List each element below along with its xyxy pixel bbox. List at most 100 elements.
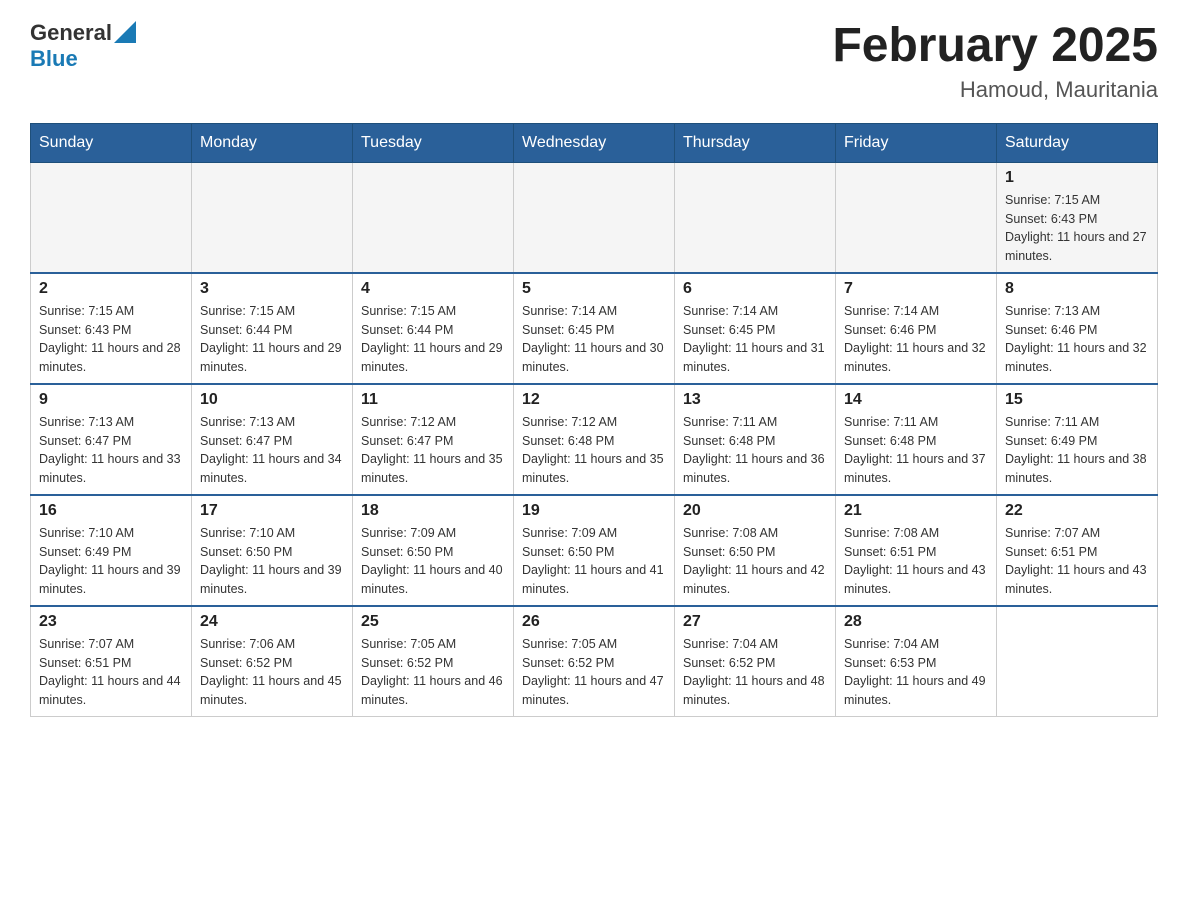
calendar-cell: 12 Sunrise: 7:12 AMSunset: 6:48 PMDayligh… (514, 384, 675, 495)
day-info: Sunrise: 7:06 AMSunset: 6:52 PMDaylight:… (200, 635, 344, 710)
day-number: 12 (522, 391, 666, 409)
day-number: 21 (844, 502, 988, 520)
day-info: Sunrise: 7:15 AMSunset: 6:43 PMDaylight:… (39, 302, 183, 377)
calendar-table: SundayMondayTuesdayWednesdayThursdayFrid… (30, 123, 1158, 717)
day-number: 18 (361, 502, 505, 520)
day-info: Sunrise: 7:13 AMSunset: 6:47 PMDaylight:… (39, 413, 183, 488)
week-row-1: 1 Sunrise: 7:15 AMSunset: 6:43 PMDaylight… (31, 162, 1158, 273)
day-info: Sunrise: 7:15 AMSunset: 6:44 PMDaylight:… (200, 302, 344, 377)
title-area: February 2025 Hamoud, Mauritania (832, 20, 1158, 103)
day-info: Sunrise: 7:07 AMSunset: 6:51 PMDaylight:… (39, 635, 183, 710)
week-row-2: 2 Sunrise: 7:15 AMSunset: 6:43 PMDaylight… (31, 273, 1158, 384)
weekday-header-wednesday: Wednesday (514, 123, 675, 162)
calendar-cell: 28 Sunrise: 7:04 AMSunset: 6:53 PMDayligh… (836, 606, 997, 717)
weekday-header-thursday: Thursday (675, 123, 836, 162)
day-info: Sunrise: 7:10 AMSunset: 6:50 PMDaylight:… (200, 524, 344, 599)
page-header: General Blue February 2025 Hamoud, Mauri… (30, 20, 1158, 103)
day-info: Sunrise: 7:14 AMSunset: 6:46 PMDaylight:… (844, 302, 988, 377)
day-number: 1 (1005, 169, 1149, 187)
day-info: Sunrise: 7:15 AMSunset: 6:43 PMDaylight:… (1005, 191, 1149, 266)
calendar-cell (514, 162, 675, 273)
weekday-header-saturday: Saturday (997, 123, 1158, 162)
month-title: February 2025 (832, 20, 1158, 73)
day-info: Sunrise: 7:11 AMSunset: 6:49 PMDaylight:… (1005, 413, 1149, 488)
calendar-cell: 26 Sunrise: 7:05 AMSunset: 6:52 PMDayligh… (514, 606, 675, 717)
day-info: Sunrise: 7:04 AMSunset: 6:52 PMDaylight:… (683, 635, 827, 710)
day-number: 23 (39, 613, 183, 631)
day-info: Sunrise: 7:15 AMSunset: 6:44 PMDaylight:… (361, 302, 505, 377)
calendar-cell: 24 Sunrise: 7:06 AMSunset: 6:52 PMDayligh… (192, 606, 353, 717)
day-number: 8 (1005, 280, 1149, 298)
day-number: 2 (39, 280, 183, 298)
day-info: Sunrise: 7:11 AMSunset: 6:48 PMDaylight:… (844, 413, 988, 488)
day-number: 15 (1005, 391, 1149, 409)
day-info: Sunrise: 7:13 AMSunset: 6:47 PMDaylight:… (200, 413, 344, 488)
calendar-cell: 17 Sunrise: 7:10 AMSunset: 6:50 PMDayligh… (192, 495, 353, 606)
weekday-header-row: SundayMondayTuesdayWednesdayThursdayFrid… (31, 123, 1158, 162)
calendar-cell (997, 606, 1158, 717)
day-info: Sunrise: 7:07 AMSunset: 6:51 PMDaylight:… (1005, 524, 1149, 599)
day-info: Sunrise: 7:08 AMSunset: 6:50 PMDaylight:… (683, 524, 827, 599)
calendar-cell: 18 Sunrise: 7:09 AMSunset: 6:50 PMDayligh… (353, 495, 514, 606)
week-row-3: 9Sunrise: 7:13 AMSunset: 6:47 PMDaylight… (31, 384, 1158, 495)
calendar-cell: 23 Sunrise: 7:07 AMSunset: 6:51 PMDayligh… (31, 606, 192, 717)
calendar-cell: 20 Sunrise: 7:08 AMSunset: 6:50 PMDayligh… (675, 495, 836, 606)
day-number: 6 (683, 280, 827, 298)
calendar-cell: 15 Sunrise: 7:11 AMSunset: 6:49 PMDayligh… (997, 384, 1158, 495)
day-number: 19 (522, 502, 666, 520)
day-number: 3 (200, 280, 344, 298)
day-number: 24 (200, 613, 344, 631)
logo-general-text: General (30, 20, 112, 46)
day-number: 5 (522, 280, 666, 298)
day-number: 27 (683, 613, 827, 631)
day-number: 22 (1005, 502, 1149, 520)
calendar-cell: 6 Sunrise: 7:14 AMSunset: 6:45 PMDaylight… (675, 273, 836, 384)
calendar-cell: 7Sunrise: 7:14 AMSunset: 6:46 PMDaylight… (836, 273, 997, 384)
calendar-cell (192, 162, 353, 273)
calendar-cell: 1 Sunrise: 7:15 AMSunset: 6:43 PMDaylight… (997, 162, 1158, 273)
calendar-cell: 16 Sunrise: 7:10 AMSunset: 6:49 PMDayligh… (31, 495, 192, 606)
day-info: Sunrise: 7:12 AMSunset: 6:48 PMDaylight:… (522, 413, 666, 488)
day-info: Sunrise: 7:10 AMSunset: 6:49 PMDaylight:… (39, 524, 183, 599)
calendar-cell: 11 Sunrise: 7:12 AMSunset: 6:47 PMDayligh… (353, 384, 514, 495)
calendar-cell: 14Sunrise: 7:11 AMSunset: 6:48 PMDayligh… (836, 384, 997, 495)
calendar-cell: 2 Sunrise: 7:15 AMSunset: 6:43 PMDaylight… (31, 273, 192, 384)
day-number: 16 (39, 502, 183, 520)
weekday-header-tuesday: Tuesday (353, 123, 514, 162)
day-info: Sunrise: 7:14 AMSunset: 6:45 PMDaylight:… (683, 302, 827, 377)
calendar-cell: 22 Sunrise: 7:07 AMSunset: 6:51 PMDayligh… (997, 495, 1158, 606)
day-number: 28 (844, 613, 988, 631)
day-number: 10 (200, 391, 344, 409)
calendar-cell: 25 Sunrise: 7:05 AMSunset: 6:52 PMDayligh… (353, 606, 514, 717)
weekday-header-friday: Friday (836, 123, 997, 162)
day-number: 25 (361, 613, 505, 631)
logo-triangle-icon (114, 21, 136, 43)
calendar-cell: 21 Sunrise: 7:08 AMSunset: 6:51 PMDayligh… (836, 495, 997, 606)
day-number: 11 (361, 391, 505, 409)
calendar-cell (836, 162, 997, 273)
day-info: Sunrise: 7:12 AMSunset: 6:47 PMDaylight:… (361, 413, 505, 488)
location-subtitle: Hamoud, Mauritania (832, 77, 1158, 103)
calendar-cell: 13Sunrise: 7:11 AMSunset: 6:48 PMDayligh… (675, 384, 836, 495)
day-info: Sunrise: 7:04 AMSunset: 6:53 PMDaylight:… (844, 635, 988, 710)
day-info: Sunrise: 7:08 AMSunset: 6:51 PMDaylight:… (844, 524, 988, 599)
day-number: 4 (361, 280, 505, 298)
calendar-cell: 5 Sunrise: 7:14 AMSunset: 6:45 PMDaylight… (514, 273, 675, 384)
day-number: 20 (683, 502, 827, 520)
weekday-header-sunday: Sunday (31, 123, 192, 162)
day-info: Sunrise: 7:14 AMSunset: 6:45 PMDaylight:… (522, 302, 666, 377)
logo-blue-text: Blue (30, 46, 78, 72)
day-number: 17 (200, 502, 344, 520)
calendar-cell (31, 162, 192, 273)
calendar-cell: 8 Sunrise: 7:13 AMSunset: 6:46 PMDaylight… (997, 273, 1158, 384)
day-info: Sunrise: 7:05 AMSunset: 6:52 PMDaylight:… (361, 635, 505, 710)
logo: General Blue (30, 20, 136, 72)
day-info: Sunrise: 7:09 AMSunset: 6:50 PMDaylight:… (361, 524, 505, 599)
day-info: Sunrise: 7:09 AMSunset: 6:50 PMDaylight:… (522, 524, 666, 599)
day-info: Sunrise: 7:13 AMSunset: 6:46 PMDaylight:… (1005, 302, 1149, 377)
day-number: 26 (522, 613, 666, 631)
day-number: 13 (683, 391, 827, 409)
day-info: Sunrise: 7:05 AMSunset: 6:52 PMDaylight:… (522, 635, 666, 710)
calendar-cell: 27 Sunrise: 7:04 AMSunset: 6:52 PMDayligh… (675, 606, 836, 717)
calendar-cell: 3 Sunrise: 7:15 AMSunset: 6:44 PMDaylight… (192, 273, 353, 384)
